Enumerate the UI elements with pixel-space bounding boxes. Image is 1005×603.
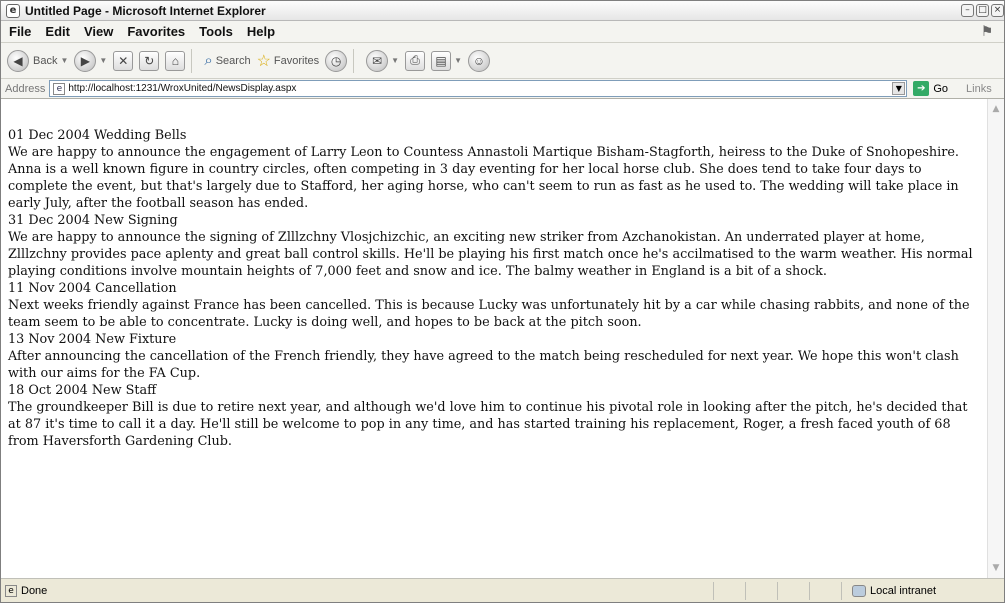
history-icon: ◷ <box>325 49 348 72</box>
star-icon: ☆ <box>256 52 271 70</box>
news-body: We are happy to announce the signing of … <box>8 230 973 279</box>
address-bar: Address e http://localhost:1231/WroxUnit… <box>1 79 1004 99</box>
news-heading: 11 Nov 2004 Cancellation <box>8 281 177 296</box>
search-label: Search <box>215 54 251 67</box>
security-zone[interactable]: Local intranet <box>841 582 936 600</box>
forward-arrow-icon: ▶ <box>74 49 97 72</box>
edit-dropdown-icon[interactable]: ▼ <box>454 56 462 65</box>
go-label: Go <box>933 82 949 95</box>
address-url[interactable]: http://localhost:1231/WroxUnited/NewsDis… <box>68 83 296 94</box>
home-button[interactable]: ⌂ <box>165 50 186 71</box>
printer-icon: ⎙ <box>405 50 426 71</box>
windows-flag-icon: ⚑ <box>980 24 994 40</box>
browser-window: e Untitled Page - Microsoft Internet Exp… <box>0 0 1005 603</box>
menu-bar: File Edit View Favorites Tools Help ⚑ <box>1 21 1004 43</box>
news-item: 11 Nov 2004 Cancellation Next weeks frie… <box>8 280 981 331</box>
menu-help[interactable]: Help <box>247 24 275 39</box>
messenger-button[interactable]: ☺ <box>468 49 491 72</box>
status-bar: e Done Local intranet <box>1 578 1004 602</box>
search-button[interactable]: ⌕ Search <box>204 52 250 69</box>
stop-icon: ✕ <box>113 50 134 71</box>
favorites-label: Favorites <box>273 54 320 67</box>
news-heading: 31 Dec 2004 New Signing <box>8 213 178 228</box>
menu-file[interactable]: File <box>9 24 31 39</box>
menu-favorites[interactable]: Favorites <box>127 24 185 39</box>
messenger-icon: ☺ <box>468 49 491 72</box>
back-button[interactable]: ◀ Back ▼ <box>7 49 68 72</box>
close-button[interactable]: × <box>991 4 1004 17</box>
search-icon: ⌕ <box>204 52 213 69</box>
news-list: 01 Dec 2004 Wedding Bells We are happy t… <box>8 127 981 450</box>
go-arrow-icon: ➔ <box>913 81 930 96</box>
status-pane <box>713 582 714 600</box>
news-item: 13 Nov 2004 New Fixture After announcing… <box>8 331 981 382</box>
address-label: Address <box>5 82 46 95</box>
news-heading: 18 Oct 2004 New Staff <box>8 383 157 398</box>
status-text: Done <box>21 584 48 597</box>
favorites-button[interactable]: ☆ Favorites <box>257 51 320 71</box>
mail-icon: ✉ <box>366 49 389 72</box>
news-item: 18 Oct 2004 New Staff The groundkeeper B… <box>8 382 981 450</box>
news-body: After announcing the cancellation of the… <box>8 349 959 381</box>
menu-edit[interactable]: Edit <box>45 24 70 39</box>
go-button[interactable]: ➔ Go <box>913 81 948 96</box>
vertical-scrollbar[interactable]: ▲ ▼ <box>987 99 1004 578</box>
address-input[interactable]: e http://localhost:1231/WroxUnited/NewsD… <box>49 80 908 97</box>
address-dropdown-icon[interactable]: ▼ <box>892 82 906 95</box>
ie-logo-icon: e <box>6 3 20 18</box>
news-heading: 01 Dec 2004 Wedding Bells <box>8 128 187 143</box>
links-button[interactable]: Links <box>966 83 992 95</box>
edit-button[interactable]: ▤ ▼ <box>431 50 462 71</box>
forward-dropdown-icon[interactable]: ▼ <box>99 56 107 65</box>
news-heading: 13 Nov 2004 New Fixture <box>8 332 177 347</box>
menu-view[interactable]: View <box>84 24 113 39</box>
back-arrow-icon: ◀ <box>7 49 29 72</box>
status-pane <box>745 582 746 600</box>
standard-toolbar: ◀ Back ▼ ▶ ▼ ✕ ↻ ⌂ ⌕ Search ☆ Favorites … <box>1 43 1004 79</box>
page-icon: e <box>53 82 66 95</box>
title-bar[interactable]: e Untitled Page - Microsoft Internet Exp… <box>1 1 1004 21</box>
menu-tools[interactable]: Tools <box>199 24 233 39</box>
news-item: 31 Dec 2004 New Signing We are happy to … <box>8 212 981 280</box>
mail-button[interactable]: ✉ ▼ <box>366 49 399 72</box>
print-button[interactable]: ⎙ <box>405 50 426 71</box>
refresh-icon: ↻ <box>139 50 160 71</box>
news-body: The groundkeeper Bill is due to retire n… <box>8 400 968 449</box>
status-pane <box>777 582 778 600</box>
maximize-button[interactable]: □ <box>976 4 989 17</box>
toolbar-separator <box>191 48 193 73</box>
forward-button[interactable]: ▶ ▼ <box>74 49 107 72</box>
scroll-down-icon[interactable]: ▼ <box>990 562 1002 574</box>
window-title: Untitled Page - Microsoft Internet Explo… <box>25 3 266 18</box>
mail-dropdown-icon[interactable]: ▼ <box>391 56 399 65</box>
news-item: 01 Dec 2004 Wedding Bells We are happy t… <box>8 127 981 212</box>
status-pane <box>809 582 810 600</box>
toolbar-separator <box>353 48 355 73</box>
back-dropdown-icon[interactable]: ▼ <box>60 56 68 65</box>
back-label: Back <box>33 54 58 67</box>
zone-label: Local intranet <box>870 585 937 597</box>
page-content: 01 Dec 2004 Wedding Bells We are happy t… <box>1 99 987 578</box>
intranet-icon <box>852 585 866 597</box>
stop-button[interactable]: ✕ <box>113 50 134 71</box>
news-body: Next weeks friendly against France has b… <box>8 298 970 330</box>
minimize-button[interactable]: – <box>961 4 974 17</box>
scroll-up-icon[interactable]: ▲ <box>990 103 1002 115</box>
edit-page-icon: ▤ <box>431 50 452 71</box>
refresh-button[interactable]: ↻ <box>139 50 160 71</box>
news-body: We are happy to announce the engagement … <box>8 145 959 211</box>
home-icon: ⌂ <box>165 50 186 71</box>
history-button[interactable]: ◷ <box>325 49 348 72</box>
page-done-icon: e <box>5 584 17 597</box>
